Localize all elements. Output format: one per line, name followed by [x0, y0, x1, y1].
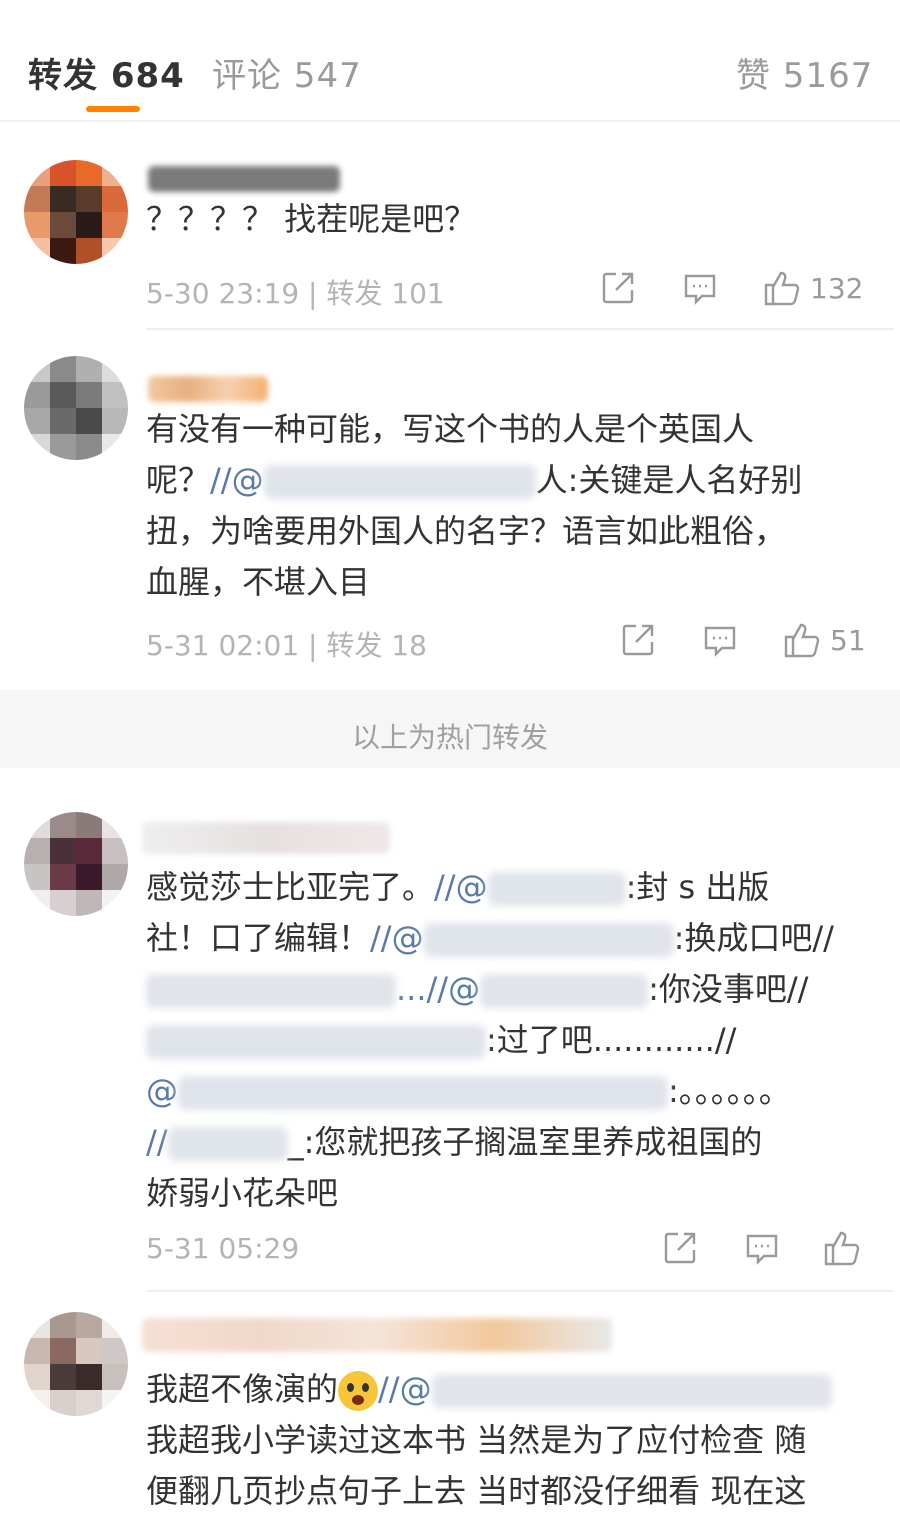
text-fragment: 人:关键是人名好别	[535, 461, 803, 499]
comment-icon	[746, 1234, 778, 1265]
blurred-username	[146, 974, 396, 1008]
text-fragment: :。。。。。。	[668, 1072, 791, 1110]
hot-reposts-label: 以上为热门转发	[351, 721, 548, 754]
text-fragment: 感觉莎士比亚完了。	[146, 868, 435, 906]
repost-button[interactable]	[600, 270, 636, 306]
blurred-username	[423, 923, 674, 957]
repost-text-line: 感觉莎士比亚完了。//@ :封 s 出版	[146, 862, 876, 913]
like-button[interactable]	[822, 1228, 862, 1268]
repost-text-line: 我超不像演的 //@	[146, 1364, 876, 1415]
comment-button[interactable]	[682, 270, 718, 306]
blurred-username[interactable]	[148, 376, 268, 402]
divider	[146, 328, 894, 330]
comment-button[interactable]	[744, 1230, 780, 1266]
comment-icon	[704, 626, 736, 657]
text-fragment: 呢？	[146, 461, 211, 499]
repost-text-line: 血腥，不堪入目	[146, 563, 371, 601]
blurred-username	[263, 465, 536, 499]
mention-link[interactable]: //@	[378, 1370, 432, 1408]
repost-text-line: 呢？//@ 人:关键是人名好别	[146, 455, 876, 506]
scream-emoji-icon	[338, 1371, 379, 1411]
like-button[interactable]: 132	[762, 268, 863, 308]
repost-icon	[602, 272, 634, 304]
active-tab-indicator	[86, 106, 140, 112]
blurred-username[interactable]	[142, 822, 390, 854]
text-fragment: 社！口了编辑！	[146, 919, 371, 957]
text-fragment: :封 s 出版	[625, 868, 770, 906]
post-meta: 5-31 05:29	[146, 1232, 300, 1265]
text-fragment: :换成口吧//	[673, 919, 834, 957]
tab-likes[interactable]: 赞 5167	[736, 48, 873, 97]
mention-link[interactable]: //	[146, 1123, 168, 1161]
blurred-username	[487, 872, 626, 906]
mention-link[interactable]: @	[146, 1072, 178, 1110]
text-fragment: :过了吧............//	[486, 1021, 737, 1059]
post-meta: 5-30 23:19 | 转发 101	[146, 277, 445, 310]
avatar[interactable]	[24, 1312, 128, 1416]
post-meta: 5-31 02:01 | 转发 18	[146, 629, 427, 662]
repost-text-line: // _:您就把孩子搁温室里养成祖国的	[146, 1117, 876, 1168]
mention-link[interactable]: //@	[370, 919, 424, 957]
avatar[interactable]	[24, 356, 128, 460]
repost-icon	[664, 1232, 696, 1264]
tab-comments[interactable]: 评论 547	[212, 48, 362, 97]
like-button[interactable]: 51	[782, 620, 866, 660]
repost-text-line: 有没有一种可能，写这个书的人是个英国人	[146, 410, 755, 448]
blurred-username	[146, 1025, 486, 1059]
repost-text-line: 社！口了编辑！//@ :换成口吧//	[146, 913, 876, 964]
repost-text-line: ...//@ :你没事吧//	[146, 964, 876, 1015]
mention-link[interactable]: //@	[434, 868, 488, 906]
avatar[interactable]	[24, 812, 128, 916]
repost-comment-tabs: 转发 684 评论 547 赞 5167	[0, 0, 900, 122]
like-icon	[764, 271, 800, 306]
text-fragment: :您就把孩子搁温室里养成祖国的	[303, 1123, 763, 1161]
repost-button[interactable]	[620, 622, 656, 658]
comment-button[interactable]	[702, 622, 738, 658]
like-count: 132	[810, 271, 864, 305]
comment-icon	[684, 274, 716, 305]
like-count: 51	[830, 623, 866, 657]
text-fragment: _	[287, 1123, 304, 1161]
text-fragment: 我超不像演的	[146, 1370, 339, 1408]
repost-text-line: 扭，为啥要用外国人的名字？语言如此粗俗，	[146, 512, 787, 550]
repost-text-line: @ :。。。。。。	[146, 1066, 876, 1117]
repost-text-line: 娇弱小花朵吧	[146, 1174, 339, 1212]
like-icon	[824, 1231, 860, 1266]
repost-text-line: :过了吧............//	[146, 1015, 876, 1066]
mention-link[interactable]: ...//@	[396, 970, 480, 1008]
repost-text-line: 便翻几页抄点句子上去 当时都没仔细看 现在这	[146, 1472, 807, 1510]
avatar[interactable]	[24, 160, 128, 264]
blurred-username[interactable]	[148, 166, 340, 192]
mention-link[interactable]: //@	[210, 461, 264, 499]
repost-button[interactable]	[662, 1230, 698, 1266]
blurred-username	[178, 1076, 668, 1110]
blurred-username[interactable]	[142, 1318, 612, 1352]
tab-reposts[interactable]: 转发 684	[28, 48, 185, 97]
like-icon	[784, 623, 820, 658]
repost-text-line: 我超我小学读过这本书 当然是为了应付检查 随	[146, 1421, 807, 1459]
repost-text: ？？？？ 找茬呢是吧？	[146, 200, 477, 238]
text-fragment: :你没事吧//	[648, 970, 809, 1008]
repost-icon	[622, 624, 654, 656]
divider	[146, 1290, 894, 1292]
blurred-username	[431, 1374, 832, 1408]
blurred-username	[167, 1127, 288, 1161]
blurred-username	[480, 974, 649, 1008]
